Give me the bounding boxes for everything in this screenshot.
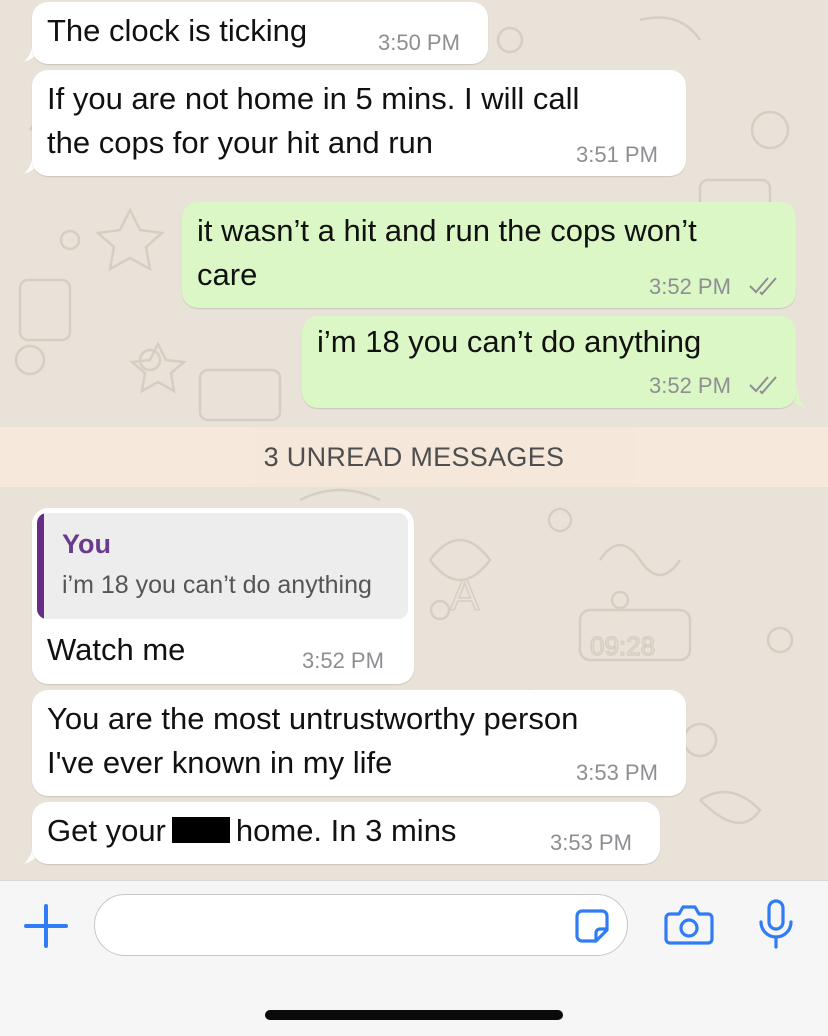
message-text-line: care (197, 257, 258, 292)
message-input[interactable] (94, 894, 628, 956)
message-timestamp: 3:52 PM (649, 274, 731, 299)
quote-accent-bar (37, 513, 44, 619)
microphone-icon[interactable] (756, 898, 796, 950)
message-text-line: If you are not home in 5 mins. I will ca… (47, 81, 580, 116)
message-timestamp: 3:53 PM (550, 830, 632, 855)
svg-text:09:28: 09:28 (590, 631, 655, 661)
message-text-line: the cops for your hit and run (47, 125, 434, 160)
message-text-before: Get your (47, 813, 166, 848)
message-bubble-incoming[interactable]: If you are not home in 5 mins. I will ca… (32, 70, 686, 176)
chat-area[interactable]: 09:28 A The clock is ticking 3:50 PM If … (0, 0, 828, 880)
message-text: Watch me (47, 632, 186, 667)
message-bubble-outgoing[interactable]: it wasn’t a hit and run the cops won’t c… (182, 202, 796, 308)
message-bubble-incoming[interactable]: You are the most untrustworthy person I'… (32, 690, 686, 796)
svg-text:A: A (450, 571, 480, 620)
quoted-reply[interactable]: You i’m 18 you can’t do anything (37, 513, 408, 619)
message-text: i’m 18 you can’t do anything (317, 324, 702, 359)
message-text: The clock is ticking (47, 13, 308, 48)
double-check-icon (749, 376, 777, 395)
message-text-line: I've ever known in my life (47, 745, 393, 780)
message-timestamp: 3:53 PM (576, 760, 658, 785)
message-bubble-incoming[interactable]: Get your home. In 3 mins 3:53 PM (32, 802, 660, 864)
message-text-line: it wasn’t a hit and run the cops won’t (197, 213, 697, 248)
plus-icon[interactable] (22, 902, 70, 950)
message-bubble-outgoing[interactable]: i’m 18 you can’t do anything 3:52 PM (302, 316, 796, 408)
redaction-block (171, 817, 230, 843)
message-bubble-incoming[interactable]: The clock is ticking 3:50 PM (32, 2, 488, 64)
message-text: Get your home. In 3 mins (47, 809, 456, 853)
camera-icon[interactable] (664, 902, 714, 946)
message-timestamp: 3:51 PM (576, 142, 658, 167)
quote-author: You (62, 529, 111, 559)
message-timestamp: 3:52 PM (649, 373, 731, 398)
message-timestamp: 3:50 PM (378, 30, 460, 55)
unread-messages-banner: 3 UNREAD MESSAGES (0, 427, 828, 487)
unread-messages-label: 3 UNREAD MESSAGES (263, 441, 565, 472)
message-text-line: You are the most untrustworthy person (47, 701, 579, 736)
message-text-after: home. In 3 mins (235, 813, 457, 848)
message-timestamp: 3:52 PM (302, 648, 384, 673)
home-indicator[interactable] (265, 1010, 563, 1020)
quote-text: i’m 18 you can’t do anything (62, 571, 372, 599)
sticker-icon[interactable] (574, 908, 610, 944)
double-check-icon (749, 277, 777, 296)
